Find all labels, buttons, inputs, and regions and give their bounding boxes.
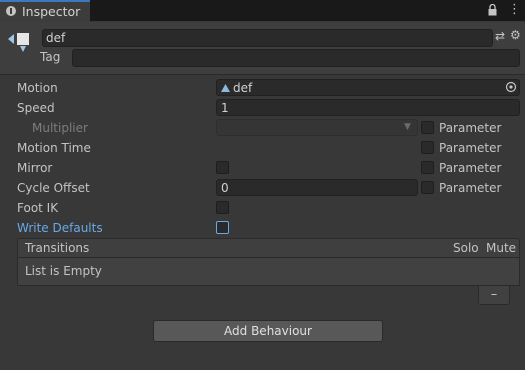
motion-field[interactable]: def (216, 79, 520, 96)
mirror-label: Mirror (17, 161, 53, 175)
multiplier-label: Multiplier (32, 121, 88, 135)
info-icon (6, 6, 16, 16)
remove-transition-button[interactable]: – (478, 286, 510, 305)
speed-field[interactable]: 1 (216, 99, 520, 116)
motion-time-label: Motion Time (17, 141, 91, 155)
transitions-list: List is Empty (17, 258, 520, 286)
foot-ik-checkbox[interactable] (216, 201, 229, 214)
tab-inspector[interactable]: Inspector (0, 0, 90, 22)
lock-icon[interactable] (488, 4, 497, 16)
add-behaviour-button[interactable]: Add Behaviour (153, 320, 383, 342)
preset-icon[interactable]: ⇄ (495, 29, 505, 43)
motion-time-parameter-label: Parameter (439, 141, 502, 155)
motion-clip-icon (221, 84, 230, 92)
mirror-parameter-checkbox[interactable] (421, 161, 434, 174)
transitions-header: Transitions Solo Mute (17, 238, 520, 258)
chevron-down-icon: ▼ (404, 122, 411, 132)
object-picker-icon[interactable] (505, 81, 517, 93)
foot-ik-label: Foot IK (17, 201, 59, 215)
multiplier-parameter-label: Parameter (439, 121, 502, 135)
mirror-parameter-label: Parameter (439, 161, 502, 175)
state-icon (8, 33, 29, 52)
tab-label: Inspector (22, 4, 81, 19)
motion-label: Motion (17, 81, 58, 95)
write-defaults-label: Write Defaults (17, 221, 103, 235)
object-name-input[interactable]: def (42, 29, 493, 47)
solo-column-header: Solo (453, 241, 479, 255)
cycle-offset-parameter-checkbox[interactable] (421, 181, 434, 194)
gear-icon[interactable]: ⚙ (510, 28, 521, 42)
mute-column-header: Mute (486, 241, 517, 255)
speed-label: Speed (17, 101, 55, 115)
multiplier-parameter-checkbox[interactable] (421, 121, 434, 134)
list-empty-text: List is Empty (25, 264, 102, 278)
mirror-checkbox[interactable] (216, 161, 229, 174)
write-defaults-checkbox[interactable] (216, 221, 229, 234)
tag-label: Tag (40, 50, 61, 64)
motion-time-parameter-checkbox[interactable] (421, 141, 434, 154)
tag-field[interactable] (72, 49, 520, 67)
cycle-offset-parameter-label: Parameter (439, 181, 502, 195)
transitions-title: Transitions (25, 241, 90, 255)
cycle-offset-field[interactable]: 0 (216, 179, 418, 196)
motion-value: def (233, 81, 253, 95)
kebab-menu-icon[interactable]: ⋮ (508, 3, 521, 17)
cycle-offset-label: Cycle Offset (17, 181, 90, 195)
multiplier-dropdown (216, 119, 418, 136)
